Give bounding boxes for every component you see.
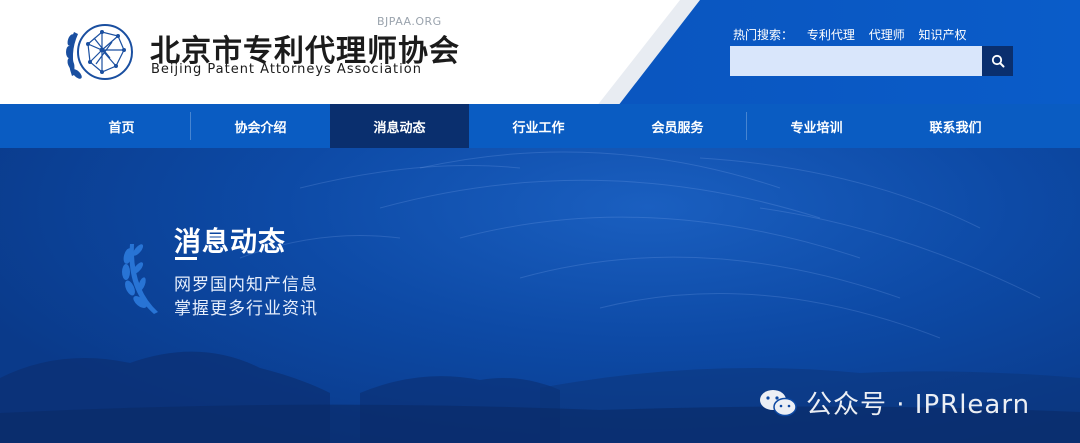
nav-item-news[interactable]: 消息动态	[330, 104, 469, 148]
wechat-icon	[760, 389, 797, 416]
hot-search-item[interactable]: 专利代理	[807, 28, 855, 42]
watermark-text: 公众号 · IPRlearn	[806, 390, 1031, 420]
nav-item-label: 协会介绍	[234, 120, 287, 136]
hot-search: 热门搜索： 专利代理 代理师 知识产权	[733, 26, 977, 43]
nav-item-label: 首页	[108, 120, 135, 136]
mountain-silhouette	[0, 351, 1080, 443]
banner-title-underline	[175, 257, 197, 260]
laurel-icon	[122, 244, 158, 314]
hot-search-item[interactable]: 知识产权	[919, 28, 967, 42]
nav-item-label: 联系我们	[929, 120, 982, 136]
nav-item-about[interactable]: 协会介绍	[191, 104, 330, 148]
hot-search-item[interactable]: 代理师	[869, 28, 905, 42]
search-button[interactable]	[982, 46, 1013, 76]
org-name-en: Beijing Patent Attorneys Association	[151, 62, 422, 77]
site-header: BJPAA.ORG 北京市专利代理师协会 Beijing Patent Atto…	[0, 0, 1080, 104]
association-logo-icon[interactable]	[62, 14, 142, 90]
banner-tagline-2: 掌握更多行业资讯	[174, 299, 318, 319]
banner-tagline-1: 网罗国内知产信息	[174, 275, 318, 295]
banner-title: 消息动态	[174, 227, 286, 258]
search-input[interactable]	[730, 46, 982, 76]
nav-item-label: 行业工作	[512, 120, 565, 136]
nav-item-member-services[interactable]: 会员服务	[608, 104, 747, 148]
nav-item-industry[interactable]: 行业工作	[469, 104, 608, 148]
nav-item-home[interactable]: 首页	[52, 104, 191, 148]
main-nav: 首页 协会介绍 消息动态 行业工作 会员服务 专业培训 联系我们	[0, 104, 1080, 148]
wechat-watermark: 公众号 · IPRlearn	[758, 384, 1030, 421]
hot-search-label: 热门搜索：	[733, 28, 794, 42]
nav-item-label: 专业培训	[790, 120, 843, 136]
search-icon	[991, 54, 1004, 68]
nav-item-label: 消息动态	[373, 120, 426, 136]
nav-item-contact[interactable]: 联系我们	[886, 104, 1025, 148]
nav-item-training[interactable]: 专业培训	[747, 104, 886, 148]
nav-item-label: 会员服务	[651, 120, 704, 136]
